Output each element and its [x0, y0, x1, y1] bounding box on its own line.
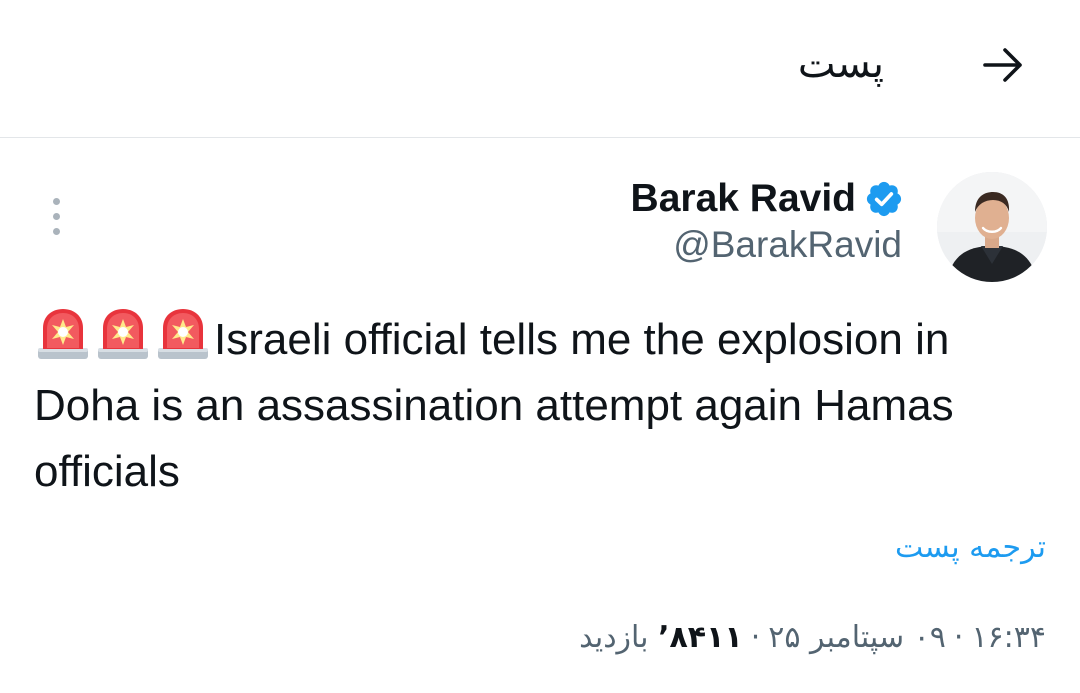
post-date[interactable]: ۰۹ سپتامبر ۲۵ [768, 620, 946, 655]
views-count[interactable]: ۸۴۱۱’ [658, 620, 743, 655]
police-siren-emoji-icon [94, 304, 152, 362]
tweet-detail-page: پست Barak Ravid @BarakRavid Israeli offi… [0, 0, 1080, 693]
back-button[interactable] [972, 34, 1034, 96]
post-time[interactable]: ۱۶:۳۴ [971, 620, 1046, 655]
arrow-right-icon [983, 48, 1022, 82]
author-display-name[interactable]: Barak Ravid [631, 177, 856, 221]
tweet-text: Israeli official tells me the explosion … [34, 304, 1054, 505]
author-handle[interactable]: @BarakRavid [673, 224, 902, 266]
author-name-row: Barak Ravid [631, 172, 904, 226]
verified-badge-icon [866, 181, 902, 217]
views-label: بازدید [579, 620, 649, 655]
police-siren-emoji-icon [34, 304, 92, 362]
top-bar: پست [0, 0, 1080, 138]
post-meta: ۱۶:۳۴·۰۹ سپتامبر ۲۵·۸۴۱۱’ بازدید [579, 615, 1046, 661]
profile-photo-icon [937, 172, 1047, 282]
more-vertical-icon [52, 197, 60, 205]
separator-dot: · [953, 620, 964, 655]
page-title: پست [797, 41, 884, 87]
separator-dot: · [750, 620, 761, 655]
translate-post-link[interactable]: ترجمه پست [895, 526, 1046, 570]
avatar[interactable] [937, 172, 1047, 282]
more-options-button[interactable] [36, 192, 76, 240]
police-siren-emoji-icon [154, 304, 212, 362]
